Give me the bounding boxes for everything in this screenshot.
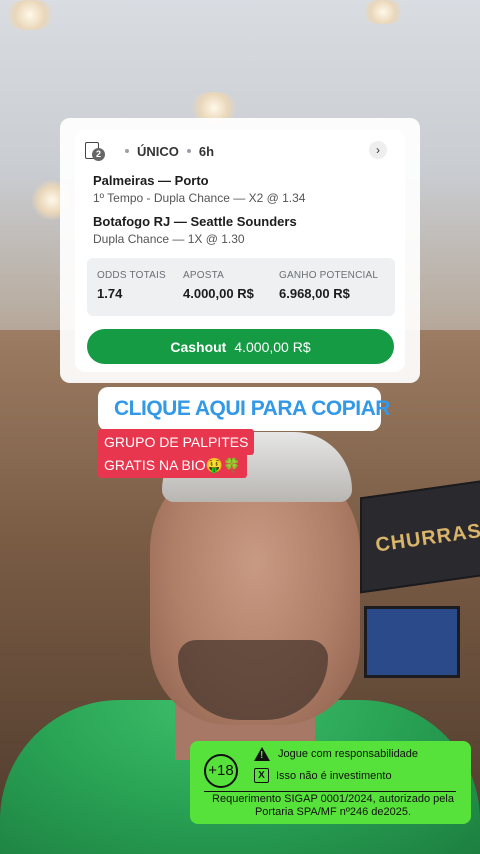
leg-match: Palmeiras — Porto [93,173,209,188]
cashout-amount: 4.000,00 R$ [234,338,311,355]
leg-match: Botafogo RJ — Seattle Sounders [93,214,297,229]
age-restriction-badge: +18 [204,754,238,788]
caption-line-2: GRATIS NA BIO🤑🍀 [98,452,247,478]
cashout-label: Cashout [170,338,227,355]
x-box-icon: X [254,768,269,783]
separator-dot [186,149,191,153]
bet-header: 2 ÚNICO 6h › [85,141,397,161]
disclaimer-row: X Isso não é investimento [254,768,392,783]
copy-link-text: CLIQUE AQUI PARA COPIAR [114,397,390,420]
bet-leg: Botafogo RJ — Seattle Sounders Dupla Cha… [93,214,393,246]
odds-value: 1.74 [97,286,123,301]
disclaimer-line-1: Jogue com responsabilidade [278,748,419,760]
divider [204,791,456,792]
bet-time: 6h [198,143,215,159]
copy-link-sticker[interactable]: CLIQUE AQUI PARA COPIAR [98,387,390,431]
odds-stat: ODDS TOTAIS 1.74 [97,270,166,301]
bet-type: ÚNICO [137,143,179,159]
bet-leg: Palmeiras — Porto 1º Tempo - Dupla Chanc… [93,173,393,205]
chevron-right-icon[interactable]: › [369,141,387,159]
wall-tv [364,606,460,678]
cashout-button[interactable]: Cashout 4.000,00 R$ [87,329,394,364]
stake-value: 4.000,00 R$ [183,286,254,301]
leg-market: 1º Tempo - Dupla Chance — X2 @ 1.34 [93,191,306,205]
selections-count-badge: 2 [92,148,105,161]
disclaimer-row: ! Jogue com responsabilidade [254,747,418,761]
ceiling-light [0,0,60,30]
leg-market: Dupla Chance — 1X @ 1.30 [93,232,245,246]
warning-icon: ! [254,747,270,761]
stake-stat: APOSTA 4.000,00 R$ [183,270,254,301]
potential-value: 6.968,00 R$ [279,286,350,301]
receipt-icon: 2 [85,142,105,161]
potential-stat: GANHO POTENCIAL 6.968,00 R$ [279,270,378,301]
disclaimer-line-2: Isso não é investimento [276,769,392,782]
stake-label: APOSTA [183,270,225,281]
legal-text: Requerimento SIGAP 0001/2024, autorizado… [212,793,454,818]
responsible-gaming-disclaimer: +18 ! Jogue com responsabilidade X Isso … [190,741,471,824]
bet-stats-panel: ODDS TOTAIS 1.74 APOSTA 4.000,00 R$ GANH… [87,258,395,316]
separator-dot [125,149,129,153]
potential-label: GANHO POTENCIAL [279,270,379,281]
odds-label: ODDS TOTAIS [97,270,166,281]
ceiling-light [358,0,408,24]
